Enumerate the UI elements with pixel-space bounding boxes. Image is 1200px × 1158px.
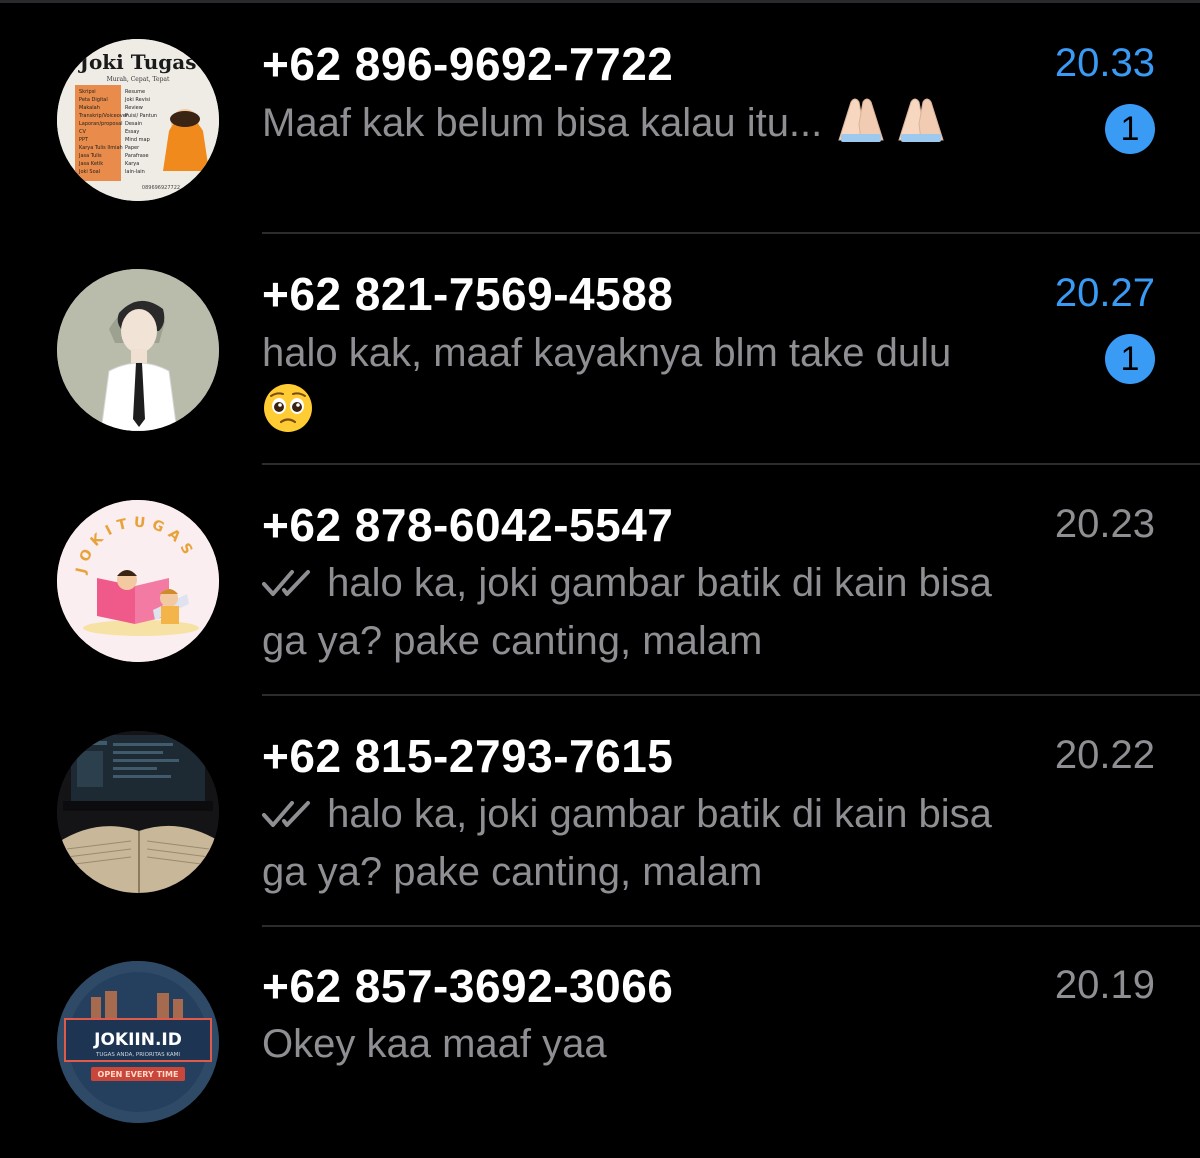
- contact-name: +62 896-9692-7722: [262, 38, 674, 90]
- chat-list-item[interactable]: +62 821-7569-4588 20.27 halo kak, maaf k…: [0, 234, 1200, 465]
- message-preview: halo kak, maaf kayaknya blm take dulu: [262, 324, 1032, 450]
- avatar-title: Joki Tugas: [77, 50, 196, 74]
- avatar-right-item: Puisi/ Pantun: [125, 113, 157, 119]
- avatar-phone: 089696927722: [142, 185, 180, 191]
- avatar-brand: JOKIIN.ID: [93, 1030, 182, 1050]
- avatar-right-item: Essay: [125, 129, 139, 135]
- contact-name: +62 878-6042-5547: [262, 499, 674, 551]
- kids-reading-avatar: JOKITUGAS: [57, 500, 219, 662]
- avatar-right-item: Karya: [125, 161, 139, 167]
- avatar-left-item: PPT: [79, 137, 89, 143]
- avatar-left-item: Jasa Tulis: [78, 153, 102, 159]
- chat-list-item[interactable]: JOKITUGAS +62 878-6042-5547 20.23 halo k…: [0, 465, 1200, 696]
- message-preview: Maaf kak belum bisa kalau itu...: [262, 94, 1032, 160]
- contact-avatar[interactable]: Joki Tugas Murah, Cepat, Tepat Skripsi P…: [57, 39, 219, 201]
- double-check-icon: [262, 801, 310, 827]
- avatar-right-item: Resume: [125, 89, 145, 95]
- avatar-right-item: Review: [125, 105, 143, 111]
- avatar-right-item: Mind map: [125, 137, 150, 143]
- chat-list-item[interactable]: +62 815-2793-7615 20.22 halo ka, joki ga…: [0, 696, 1200, 927]
- message-time: 20.27: [1054, 271, 1155, 315]
- avatar-left-item: CV: [79, 129, 86, 135]
- message-time: 20.23: [1054, 502, 1155, 546]
- avatar-subtitle: Murah, Cepat, Tepat: [107, 76, 170, 83]
- message-preview: Okey kaa maaf yaa: [262, 1015, 1032, 1073]
- message-preview: halo ka, joki gambar batik di kain bisa …: [262, 785, 1032, 901]
- avatar-left-item: Makalah: [79, 105, 100, 111]
- contact-avatar[interactable]: [57, 269, 219, 431]
- contact-name: +62 815-2793-7615: [262, 730, 674, 782]
- avatar-ribbon: OPEN EVERY TIME: [98, 1070, 179, 1079]
- avatar-right-item: Paper: [125, 145, 140, 151]
- contact-avatar[interactable]: [57, 731, 219, 893]
- message-time: 20.22: [1054, 733, 1155, 777]
- avatar-tagline: TUGAS ANDA, PRIORITAS KAMI: [95, 1052, 180, 1058]
- message-preview: halo ka, joki gambar batik di kain bisa …: [262, 554, 1032, 670]
- avatar-left-item: Peta Digital: [79, 97, 108, 103]
- avatar-left-item: Karya Tulis Ilmiah: [79, 145, 123, 151]
- man-in-tie-avatar: [57, 269, 219, 431]
- message-time: 20.19: [1054, 963, 1155, 1007]
- avatar-left-item: Skripsi: [79, 89, 96, 95]
- avatar-left-item: Jasa Ketik: [78, 161, 103, 167]
- contact-name: +62 857-3692-3066: [262, 960, 674, 1012]
- contact-name: +62 821-7569-4588: [262, 268, 674, 320]
- avatar-right-item: Parafrase: [125, 153, 149, 159]
- double-check-icon: [262, 570, 310, 596]
- avatar-right-item: Desain: [125, 121, 142, 127]
- avatar-right-item: Joki Revisi: [124, 97, 150, 103]
- contact-avatar[interactable]: JOKITUGAS: [57, 500, 219, 662]
- avatar-left-item: Transkrip/Voiceover: [78, 113, 129, 119]
- avatar-right-item: lain-lain: [125, 169, 145, 175]
- unread-badge: 1: [1105, 104, 1155, 154]
- pleading-face-emoji: [262, 382, 314, 450]
- contact-avatar[interactable]: JOKIIN.ID TUGAS ANDA, PRIORITAS KAMI OPE…: [57, 961, 219, 1123]
- joki-tugas-flyer-avatar: Joki Tugas Murah, Cepat, Tepat Skripsi P…: [57, 39, 219, 201]
- message-time: 20.33: [1054, 41, 1155, 85]
- avatar-left-item: Laporan/proposal: [79, 121, 123, 127]
- message-preview-text: halo kak, maaf kayaknya blm take dulu: [262, 331, 952, 375]
- laptop-and-book-avatar: [57, 731, 219, 893]
- unread-badge: 1: [1105, 334, 1155, 384]
- avatar-left-item: Joki Soal: [78, 169, 100, 175]
- message-preview-text: Maaf kak belum bisa kalau itu...: [262, 101, 823, 145]
- message-preview-text: halo ka, joki gambar batik di kain bisa …: [262, 561, 992, 663]
- chat-list-item[interactable]: JOKIIN.ID TUGAS ANDA, PRIORITAS KAMI OPE…: [0, 927, 1200, 1158]
- message-preview-text: Okey kaa maaf yaa: [262, 1022, 607, 1066]
- chat-list-item[interactable]: Joki Tugas Murah, Cepat, Tepat Skripsi P…: [0, 3, 1200, 234]
- folded-hands-emoji: [833, 94, 951, 160]
- message-preview-text: halo ka, joki gambar batik di kain bisa …: [262, 792, 992, 894]
- jokiin-logo-avatar: JOKIIN.ID TUGAS ANDA, PRIORITAS KAMI OPE…: [57, 961, 219, 1123]
